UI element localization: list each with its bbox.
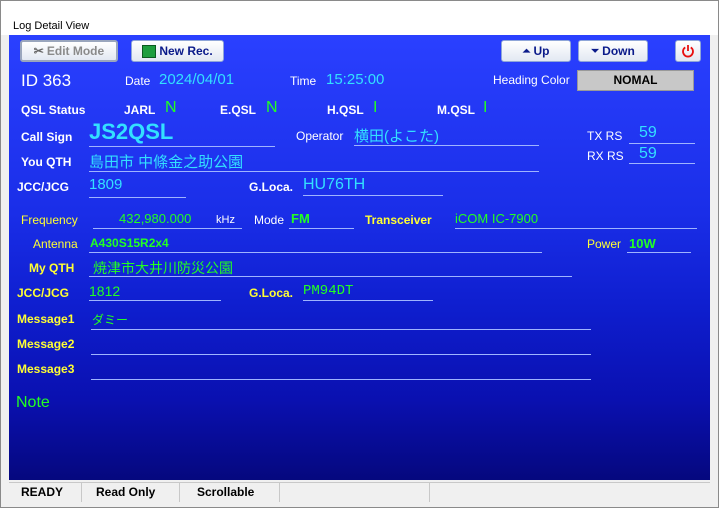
message1-label: Message1 (17, 312, 75, 326)
up-button[interactable]: ⏶ Up (501, 40, 571, 62)
message3-underline (91, 379, 591, 380)
edit-mode-button[interactable]: ✂ Edit Mode (20, 40, 118, 62)
date-label: Date (125, 74, 151, 88)
message1-underline (91, 329, 591, 330)
mode-underline (289, 228, 354, 229)
my-gloca-underline (303, 300, 433, 301)
status-empty-1 (280, 483, 430, 502)
my-jcc-underline (89, 300, 221, 301)
you-qth-value[interactable]: 島田市 中條金之助公園 (89, 151, 243, 172)
frequency-value[interactable]: 432,980.000 (119, 211, 191, 226)
frequency-underline (93, 228, 242, 229)
arrow-up-icon: ⏶ (522, 45, 531, 57)
transceiver-value[interactable]: iCOM IC-7900 (455, 211, 538, 226)
my-qth-underline (89, 276, 572, 277)
title-bar: Log Detail View (1, 1, 718, 35)
my-qth-value[interactable]: 焼津市大井川防災公園 (93, 258, 233, 278)
my-jcc-value[interactable]: 1812 (89, 283, 120, 299)
transceiver-label: Transceiver (365, 213, 432, 227)
mode-value[interactable]: FM (291, 211, 310, 226)
new-record-icon (142, 44, 157, 58)
my-qth-label: My QTH (29, 261, 75, 275)
status-read-only: Read Only (82, 483, 180, 502)
rx-rs-label: RX RS (587, 149, 624, 163)
jcc-label: JCC/JCG (17, 180, 70, 194)
my-gloca-label: G.Loca. (249, 286, 294, 300)
scissors-icon: ✂ (33, 44, 44, 58)
callsign-value[interactable]: JS2QSL (89, 119, 173, 145)
antenna-label: Antenna (33, 237, 78, 251)
note-label: Note (16, 394, 50, 411)
up-label: Up (533, 44, 550, 58)
edit-mode-label: Edit Mode (46, 44, 105, 58)
qsl-status-label: QSL Status (21, 103, 86, 117)
tx-rs-underline (629, 143, 695, 144)
jarl-value[interactable]: N (165, 99, 177, 117)
heading-color-label: Heading Color (493, 73, 570, 87)
power-underline (627, 252, 691, 253)
eqsl-label: E.QSL (220, 103, 257, 117)
window-title: Log Detail View (13, 20, 90, 32)
operator-underline (354, 145, 539, 146)
tx-rs-value[interactable]: 59 (639, 124, 657, 142)
jcc-underline (89, 197, 186, 198)
hqsl-label: H.QSL (327, 103, 364, 117)
status-scrollable: Scrollable (180, 483, 280, 502)
record-id: ID 363 (21, 71, 72, 90)
close-power-button[interactable] (675, 40, 701, 62)
callsign-underline (89, 146, 275, 147)
gloca-value[interactable]: HU76TH (303, 176, 365, 194)
power-value[interactable]: 10W (629, 236, 656, 251)
arrow-down-icon: ⏷ (591, 45, 600, 57)
antenna-value[interactable]: A430S15R2x4 (90, 236, 169, 250)
jarl-label: JARL (124, 103, 156, 117)
status-ready: READY (9, 483, 82, 502)
antenna-underline (89, 252, 542, 253)
power-icon (682, 45, 694, 58)
new-rec-button[interactable]: New Rec. (131, 40, 224, 62)
power-label: Power (587, 237, 622, 251)
jcc-value[interactable]: 1809 (89, 176, 122, 193)
my-gloca-value[interactable]: PM94DT (303, 283, 353, 299)
eqsl-value[interactable]: N (266, 99, 278, 117)
operator-label: Operator (296, 129, 344, 143)
hqsl-value[interactable]: I (373, 99, 377, 117)
message1-value[interactable]: ダミー (92, 311, 128, 328)
khz-unit: kHz (216, 214, 235, 226)
status-bar: READY Read Only Scrollable (9, 482, 710, 502)
mode-label: Mode (254, 213, 285, 227)
time-label: Time (290, 74, 317, 88)
message3-label: Message3 (17, 362, 75, 376)
you-qth-label: You QTH (21, 155, 72, 169)
time-value[interactable]: 15:25:00 (326, 71, 384, 88)
gloca-label: G.Loca. (249, 180, 294, 194)
mqsl-label: M.QSL (437, 103, 475, 117)
detail-panel: ✂ Edit Mode New Rec. ⏶ Up ⏷ Down ID 363 … (9, 35, 710, 480)
date-value[interactable]: 2024/04/01 (159, 71, 234, 88)
heading-color-select[interactable]: NOMAL (577, 70, 694, 91)
message2-underline (91, 354, 591, 355)
operator-value[interactable]: 横田(よこた) (354, 125, 439, 146)
message2-label: Message2 (17, 337, 75, 351)
callsign-label: Call Sign (21, 130, 73, 144)
down-label: Down (602, 44, 635, 58)
tx-rs-label: TX RS (587, 129, 623, 143)
down-button[interactable]: ⏷ Down (578, 40, 648, 62)
log-detail-window: Log Detail View ✂ Edit Mode New Rec. ⏶ U… (0, 0, 719, 508)
transceiver-underline (455, 228, 697, 229)
gloca-underline (303, 195, 443, 196)
rx-rs-value[interactable]: 59 (639, 145, 657, 163)
frequency-label: Frequency (21, 213, 78, 227)
new-rec-label: New Rec. (159, 44, 213, 58)
mqsl-value[interactable]: I (483, 99, 487, 117)
rx-rs-underline (629, 163, 695, 164)
my-jcc-label: JCC/JCG (17, 286, 70, 300)
you-qth-underline (89, 171, 539, 172)
